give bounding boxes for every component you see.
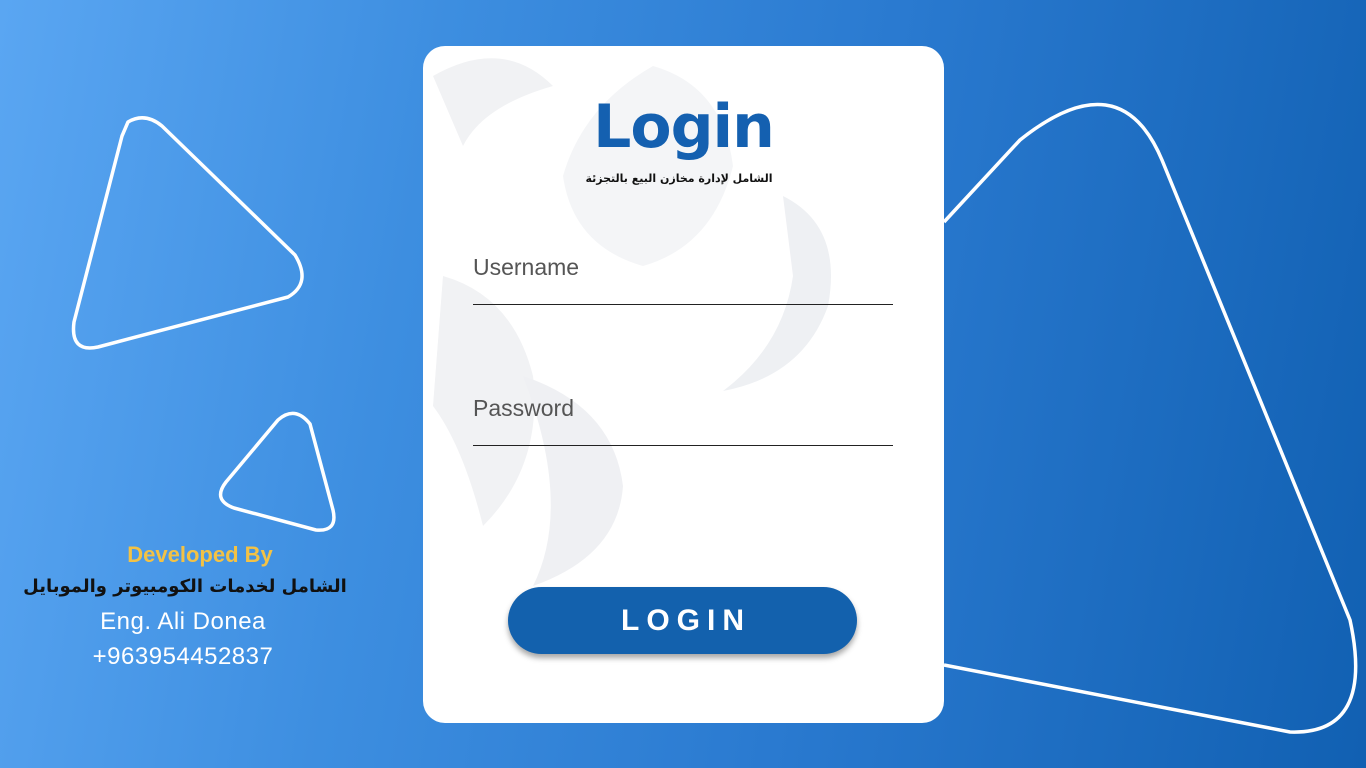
login-button[interactable]: LOGIN — [508, 587, 857, 654]
app-subtitle: الشامل لإدارة مخازن البيع بالتجزئة — [585, 172, 773, 185]
triangle-outline-large-right — [942, 102, 1358, 734]
developed-by-label: Developed By — [127, 542, 273, 567]
developer-name: Eng. Ali Donea — [100, 608, 266, 635]
developer-credits: Developed By الشامل لخدمات الكومبيوتر وا… — [0, 538, 400, 674]
developer-company: الشامل لخدمات الكومبيوتر والموبايل — [23, 576, 347, 597]
username-field — [473, 242, 893, 305]
login-title: Login — [593, 92, 775, 162]
login-card: Login الشامل لإدارة مخازن البيع بالتجزئة… — [423, 46, 944, 723]
triangle-outline-large-left — [71, 116, 304, 350]
password-field — [473, 383, 893, 446]
developer-phone: +963954452837 — [92, 643, 274, 670]
password-input[interactable] — [473, 383, 893, 433]
username-input[interactable] — [473, 242, 893, 292]
triangle-outline-small-left — [218, 411, 336, 532]
